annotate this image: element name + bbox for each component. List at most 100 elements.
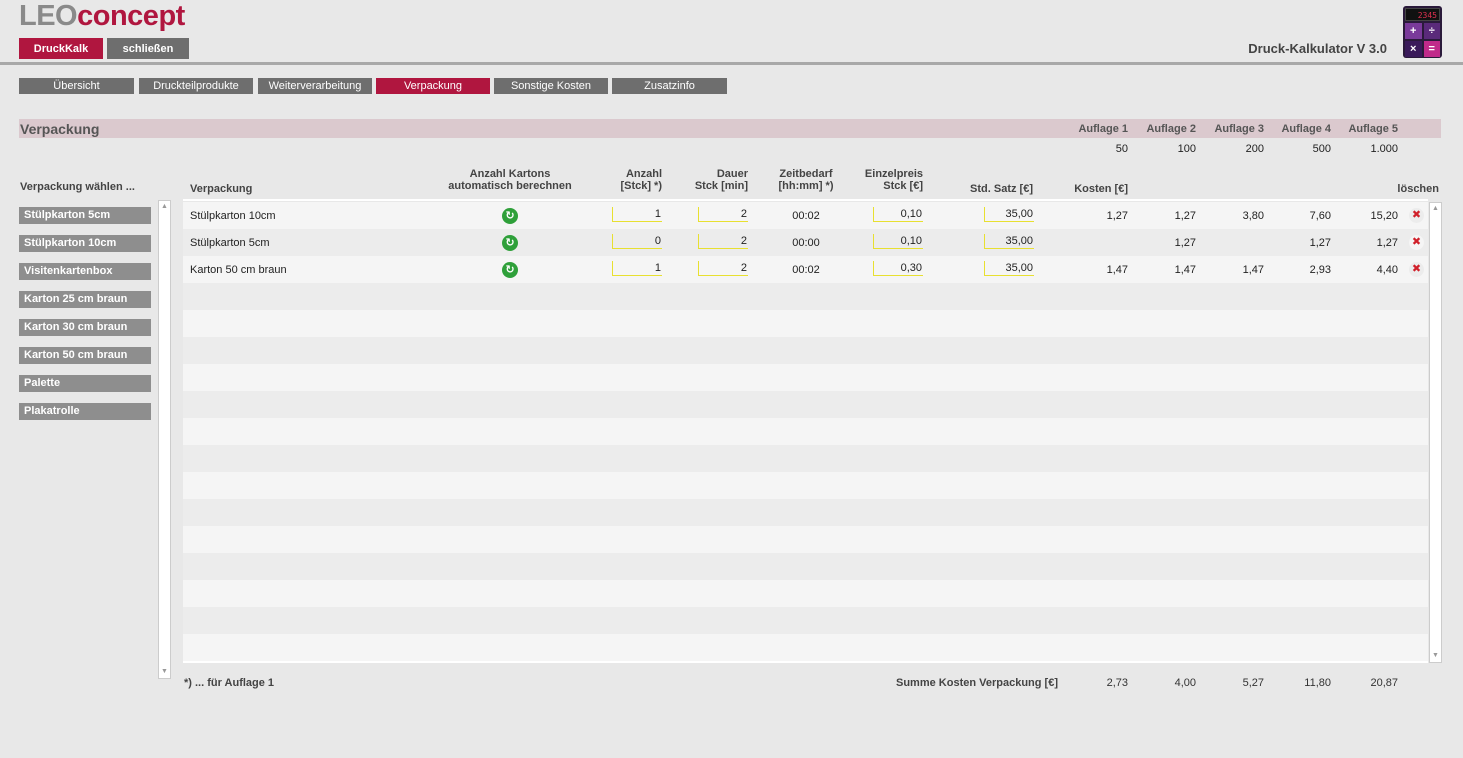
kosten-auflage-4: 7,60 <box>1309 210 1331 222</box>
empty-row <box>183 418 1428 445</box>
equals-icon: = <box>1423 41 1440 57</box>
anzahl-input[interactable]: 0 <box>612 234 662 249</box>
sidebar-item-palette[interactable]: Palette <box>19 375 151 392</box>
col-dauer: Dauer Stck [min] <box>694 168 748 192</box>
sum-auflage-4: 11,80 <box>1304 677 1331 689</box>
empty-row <box>183 445 1428 472</box>
scroll-up-icon[interactable]: ▲ <box>159 202 170 212</box>
empty-row <box>183 310 1428 337</box>
tab-weiterverarbeitung[interactable]: Weiterverarbeitung <box>258 78 372 94</box>
anzahl-input[interactable]: 1 <box>612 207 662 222</box>
table-bottom-line <box>183 661 1428 663</box>
kosten-auflage-4: 1,27 <box>1309 237 1331 249</box>
kosten-auflage-1: 1,47 <box>1106 264 1128 276</box>
auflage-2-header: Auflage 2 <box>1146 123 1196 135</box>
kosten-auflage-3: 3,80 <box>1242 210 1264 222</box>
auflage-5-value: 1.000 <box>1370 143 1398 155</box>
multiply-icon: × <box>1405 41 1422 57</box>
sidebar-item-plakatrolle[interactable]: Plakatrolle <box>19 403 151 420</box>
empty-row <box>183 364 1428 391</box>
auflage-4-header: Auflage 4 <box>1281 123 1331 135</box>
zeitbedarf-value: 00:00 <box>792 237 820 249</box>
section-title: Verpackung <box>20 121 100 137</box>
empty-row <box>183 283 1428 310</box>
kosten-auflage-5: 15,20 <box>1370 210 1398 222</box>
col-einzelpreis: Einzelpreis Stck [€] <box>864 168 923 192</box>
sidebar-scrollbar[interactable]: ▲ ▼ <box>158 200 171 679</box>
tab-verpackung[interactable]: Verpackung <box>376 78 490 94</box>
einzelpreis-input[interactable]: 0,30 <box>873 261 923 276</box>
druckkalk-button[interactable]: DruckKalk <box>19 38 103 59</box>
empty-row <box>183 526 1428 553</box>
empty-row <box>183 634 1428 661</box>
scroll-down-icon[interactable]: ▼ <box>1430 651 1441 661</box>
auflage-1-value: 50 <box>1115 143 1128 155</box>
row-name: Karton 50 cm braun <box>190 264 287 276</box>
refresh-icon[interactable]: ↻ <box>502 208 518 224</box>
sum-auflage-1: 2,73 <box>1106 677 1128 689</box>
refresh-icon[interactable]: ↻ <box>502 235 518 251</box>
kosten-auflage-3: 1,47 <box>1242 264 1264 276</box>
col-auto-calc: Anzahl Kartons automatisch berechnen <box>448 168 572 192</box>
kosten-auflage-4: 2,93 <box>1309 264 1331 276</box>
logo: LEOconcept <box>19 0 185 32</box>
footnote: *) ... für Auflage 1 <box>184 677 275 689</box>
tab-sonstige-kosten[interactable]: Sonstige Kosten <box>494 78 608 94</box>
dauer-input[interactable]: 2 <box>698 234 748 249</box>
sidebar-item-karton-30[interactable]: Karton 30 cm braun <box>19 319 151 336</box>
sum-auflage-2: 4,00 <box>1174 677 1196 689</box>
dauer-input[interactable]: 2 <box>698 261 748 276</box>
empty-row <box>183 337 1428 364</box>
sidebar-item-karton-50[interactable]: Karton 50 cm braun <box>19 347 151 364</box>
auflage-2-value: 100 <box>1177 143 1196 155</box>
sidebar-item-karton-25[interactable]: Karton 25 cm braun <box>19 291 151 308</box>
delete-icon[interactable]: ✖ <box>1409 235 1424 250</box>
std-satz-input[interactable]: 35,00 <box>984 234 1034 249</box>
empty-row <box>183 499 1428 526</box>
zeitbedarf-value: 00:02 <box>792 264 820 276</box>
auflage-3-value: 200 <box>1245 143 1264 155</box>
kosten-auflage-2: 1,27 <box>1174 210 1196 222</box>
sidebar-item-stuelpkarton-10cm[interactable]: Stülpkarton 10cm <box>19 235 151 252</box>
delete-icon[interactable]: ✖ <box>1409 262 1424 277</box>
table-scrollbar[interactable]: ▲ ▼ <box>1429 202 1442 663</box>
col-std-satz: Std. Satz [€] <box>970 183 1033 195</box>
sidebar-item-visitenkartenbox[interactable]: Visitenkartenbox <box>19 263 151 280</box>
calculator-icon[interactable]: 2345 + ÷ × = <box>1403 6 1442 58</box>
einzelpreis-input[interactable]: 0,10 <box>873 234 923 249</box>
auflage-1-header: Auflage 1 <box>1078 123 1128 135</box>
sum-label: Summe Kosten Verpackung [€] <box>896 677 1058 689</box>
einzelpreis-input[interactable]: 0,10 <box>873 207 923 222</box>
close-button[interactable]: schließen <box>107 38 189 59</box>
empty-row <box>183 553 1428 580</box>
auflage-4-value: 500 <box>1312 143 1331 155</box>
kosten-auflage-5: 4,40 <box>1376 264 1398 276</box>
anzahl-input[interactable]: 1 <box>612 261 662 276</box>
sum-auflage-3: 5,27 <box>1242 677 1264 689</box>
plus-icon: + <box>1405 23 1422 39</box>
col-verpackung: Verpackung <box>190 183 253 195</box>
std-satz-input[interactable]: 35,00 <box>984 207 1034 222</box>
kosten-auflage-5: 1,27 <box>1376 237 1398 249</box>
divide-icon: ÷ <box>1423 23 1440 39</box>
refresh-icon[interactable]: ↻ <box>502 262 518 278</box>
table-row: Stülpkarton 10cm ↻ 1 2 00:02 0,10 35,00 … <box>183 202 1428 229</box>
sidebar-item-stuelpkarton-5cm[interactable]: Stülpkarton 5cm <box>19 207 151 224</box>
tab-zusatzinfo[interactable]: Zusatzinfo <box>612 78 727 94</box>
col-kosten: Kosten [€] <box>1074 183 1128 195</box>
scroll-down-icon[interactable]: ▼ <box>159 667 170 677</box>
tab-uebersicht[interactable]: Übersicht <box>19 78 134 94</box>
dauer-input[interactable]: 2 <box>698 207 748 222</box>
auflage-3-header: Auflage 3 <box>1214 123 1264 135</box>
auflage-5-header: Auflage 5 <box>1348 123 1398 135</box>
table-row: Karton 50 cm braun ↻ 1 2 00:02 0,30 35,0… <box>183 256 1428 283</box>
empty-row <box>183 580 1428 607</box>
empty-row <box>183 391 1428 418</box>
std-satz-input[interactable]: 35,00 <box>984 261 1034 276</box>
sidebar-title: Verpackung wählen ... <box>20 181 135 193</box>
kosten-auflage-2: 1,47 <box>1174 264 1196 276</box>
kosten-auflage-1: 1,27 <box>1106 210 1128 222</box>
delete-icon[interactable]: ✖ <box>1409 208 1424 223</box>
scroll-up-icon[interactable]: ▲ <box>1430 204 1441 214</box>
tab-druckteilprodukte[interactable]: Druckteilprodukte <box>139 78 253 94</box>
